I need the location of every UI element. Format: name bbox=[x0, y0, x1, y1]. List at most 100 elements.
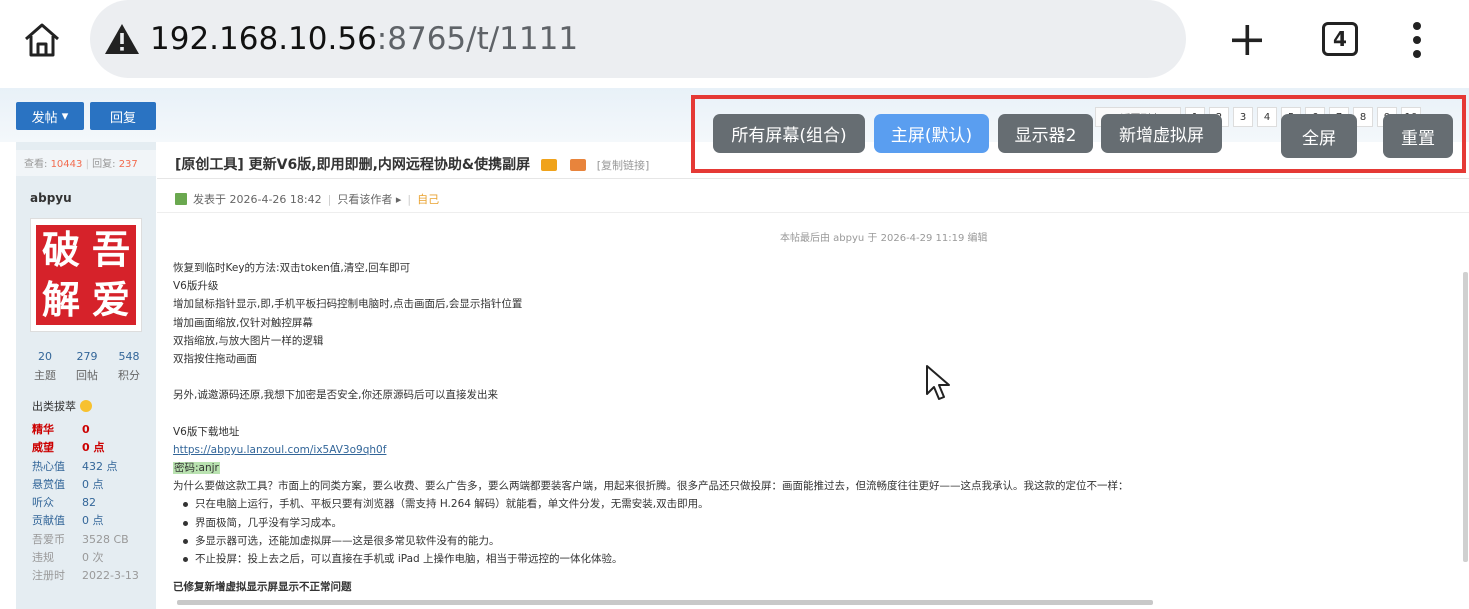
list-item: 多显示器可选，还能加虚拟屏——这是很多常见软件没有的能力。 bbox=[183, 532, 1129, 550]
rank-label: 出类拔萃 bbox=[32, 400, 76, 413]
prop-key: 贡献值 bbox=[32, 514, 65, 528]
post-meta: 发表于 2026-4-26 18:42 | 只看该作者 ▸ | 自己 bbox=[175, 191, 439, 207]
count-value: 279 bbox=[76, 350, 98, 363]
new-post-button[interactable]: 发帖 ▾ bbox=[16, 102, 84, 130]
author-rank: 出类拔萃 bbox=[32, 398, 92, 414]
prop-key: 听众 bbox=[32, 496, 54, 510]
body-line: 增加鼠标指针显示,即,手机平板扫码控制电脑时,点击画面后,会显示指针位置 bbox=[173, 298, 523, 311]
prop-row: 听众 82 bbox=[32, 494, 139, 512]
body-line: 双指缩放,与放大图片一样的逻辑 bbox=[173, 334, 324, 347]
horizontal-scrollbar[interactable] bbox=[177, 600, 1153, 605]
recommend-badge-icon bbox=[569, 159, 586, 171]
count-label: 积分 bbox=[118, 369, 140, 382]
prop-value: 0 点 bbox=[82, 477, 104, 491]
post-title-text[interactable]: [原创工具] 更新V6版,即用即删,内网远程协助&使携副屏 bbox=[175, 157, 530, 173]
count-value: 548 bbox=[118, 350, 140, 363]
feature-list: 只在电脑上运行，手机、平板只要有浏览器（需支持 H.264 解码）就能看，单文件… bbox=[173, 495, 1129, 568]
prop-key: 违规 bbox=[32, 551, 54, 565]
avatar-char: 解 bbox=[41, 277, 80, 322]
prop-key: 悬赏值 bbox=[32, 477, 65, 491]
divider bbox=[157, 212, 1469, 213]
prop-value: 0 点 bbox=[82, 441, 105, 455]
new-tab-button[interactable] bbox=[1222, 18, 1272, 62]
display2-button[interactable]: 显示器2 bbox=[998, 114, 1093, 153]
url-path: :8765/t/1111 bbox=[376, 21, 579, 57]
reply-button[interactable]: 回复 bbox=[90, 102, 156, 130]
prop-value: 3528 CB bbox=[82, 532, 129, 546]
vertical-scrollbar[interactable] bbox=[1463, 272, 1468, 562]
address-bar[interactable]: 192.168.10.56:8765/t/1111 bbox=[90, 0, 1186, 78]
reset-button[interactable]: 重置 bbox=[1383, 114, 1453, 158]
author-properties: 精华 0 威望 0 点 热心值 432 点 悬赏值 0 点 听众 82 贡献值 0 点 吾爱… bbox=[32, 421, 139, 586]
fullscreen-button[interactable]: 全屏 bbox=[1281, 114, 1357, 158]
list-item: 界面极简，几乎没有学习成本。 bbox=[183, 514, 1129, 532]
count-label: 回帖 bbox=[76, 369, 98, 382]
post-content: [原创工具] 更新V6版,即用即删,内网远程协助&使携副屏 [复制链接] 发表于… bbox=[157, 142, 1469, 609]
copy-link[interactable]: [复制链接] bbox=[597, 159, 650, 172]
list-item: 不止投屏：投上去之后，可以直接在手机或 iPad 上操作电脑，相当于带远控的一体… bbox=[183, 550, 1129, 568]
prop-row: 精华 0 bbox=[32, 421, 139, 439]
body-line: 增加画面缩放,仅针对触控屏幕 bbox=[173, 316, 313, 329]
screen: 192.168.10.56:8765/t/1111 4 发帖 ▾ 回复 ◂ 返回… bbox=[0, 0, 1469, 609]
new-post-label: 发帖 bbox=[31, 110, 58, 126]
prop-key: 吾爱币 bbox=[32, 532, 65, 546]
author-counts: 20 主题 279 回帖 548 积分 bbox=[24, 350, 150, 383]
prop-row: 贡献值 0 点 bbox=[32, 512, 139, 530]
separator: | bbox=[327, 192, 332, 206]
avatar-char: 吾 bbox=[91, 227, 130, 272]
prop-row: 违规 0 次 bbox=[32, 549, 139, 567]
prop-row: 注册时 2022-3-13 bbox=[32, 567, 139, 585]
download-link[interactable]: https://abpyu.lanzoul.com/ix5AV3o9qh0f bbox=[173, 444, 386, 456]
mouse-pointer-icon bbox=[926, 365, 950, 400]
views-label: 查看: bbox=[24, 159, 48, 170]
list-item: 只在电脑上运行，手机、平板只要有浏览器（需支持 H.264 解码）就能看，单文件… bbox=[183, 495, 1129, 513]
avatar[interactable]: 破 吾 解 爱 bbox=[30, 218, 142, 332]
plus-icon bbox=[1232, 25, 1262, 55]
more-menu-button[interactable] bbox=[1400, 18, 1434, 62]
warning-icon[interactable] bbox=[104, 22, 140, 56]
avatar-char: 破 bbox=[41, 227, 80, 272]
thread-stats: 查看: 10443 | 回复: 237 bbox=[16, 150, 156, 176]
separator: | bbox=[407, 192, 412, 206]
add-virtual-screen-button[interactable]: 新增虚拟屏 bbox=[1101, 114, 1222, 153]
views-count: 10443 bbox=[50, 159, 83, 170]
prop-value: 0 bbox=[82, 423, 90, 436]
url-host: 192.168.10.56 bbox=[150, 21, 377, 57]
body-line: V6版升级 bbox=[173, 280, 219, 293]
count-topics[interactable]: 20 主题 bbox=[24, 350, 66, 383]
count-points[interactable]: 548 积分 bbox=[108, 350, 150, 383]
posted-at: 发表于 2026-4-26 18:42 bbox=[193, 193, 322, 206]
prop-value: 432 点 bbox=[82, 459, 118, 473]
only-author-link[interactable]: 只看该作者 ▸ bbox=[337, 191, 401, 207]
prop-key: 威望 bbox=[32, 441, 54, 455]
hot-badge-icon bbox=[540, 159, 557, 171]
author-name[interactable]: abpyu bbox=[30, 191, 72, 205]
fix-heading: 已修复新增虚拟显示屏显示不正常问题 bbox=[173, 581, 352, 594]
menu-dot-icon bbox=[1413, 50, 1421, 58]
password-text: 密码:anjr bbox=[173, 462, 220, 475]
replies-label: 回复: bbox=[92, 159, 116, 170]
prop-value: 0 点 bbox=[82, 514, 104, 528]
home-icon bbox=[25, 23, 59, 57]
prop-row: 热心值 432 点 bbox=[32, 458, 139, 476]
why-text: 为什么要做这款工具？市面上的同类方案，要么收费、要么广告多，要么两端都要装客户端… bbox=[173, 480, 1129, 493]
count-posts[interactable]: 279 回帖 bbox=[66, 350, 108, 383]
post-status-icon bbox=[175, 193, 187, 205]
prop-row: 悬赏值 0 点 bbox=[32, 476, 139, 494]
home-button[interactable] bbox=[18, 18, 66, 62]
avatar-seal: 破 吾 解 爱 bbox=[36, 225, 136, 325]
url-text[interactable]: 192.168.10.56:8765/t/1111 bbox=[150, 18, 578, 60]
tab-switcher-button[interactable]: 4 bbox=[1322, 22, 1358, 56]
prop-value: 0 次 bbox=[82, 551, 104, 565]
smile-icon bbox=[80, 400, 92, 412]
prop-row: 威望 0 点 bbox=[32, 439, 139, 457]
count-label: 主题 bbox=[34, 369, 56, 382]
body-line: 恢复到临时Key的方法:双击token值,清空,回车即可 bbox=[173, 262, 411, 274]
replies-count: 237 bbox=[118, 159, 138, 170]
prop-key: 注册时 bbox=[32, 569, 65, 583]
prop-key: 精华 bbox=[32, 423, 54, 436]
all-screens-button[interactable]: 所有屏幕(组合) bbox=[713, 114, 865, 153]
main-screen-button[interactable]: 主屏(默认) bbox=[874, 114, 989, 153]
body-line: 双指按住拖动画面 bbox=[173, 352, 257, 365]
divider bbox=[157, 178, 1469, 179]
